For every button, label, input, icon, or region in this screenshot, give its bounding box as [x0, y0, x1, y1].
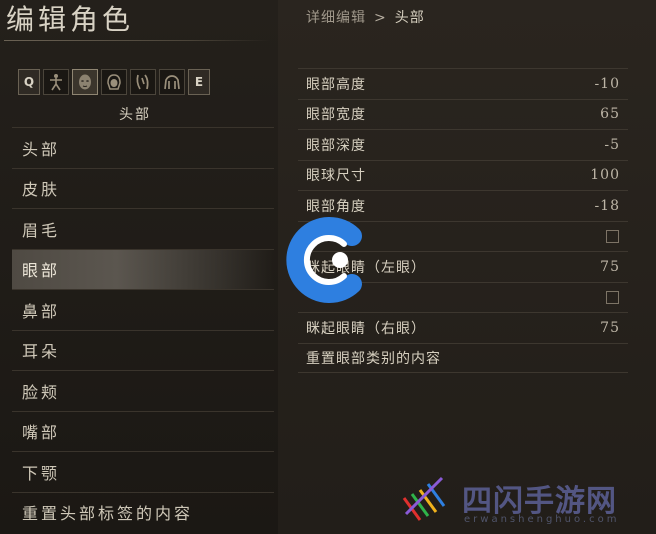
setting-value: -10	[594, 75, 620, 92]
category-item-eyebrows[interactable]: 眉毛	[12, 208, 274, 249]
tab-body-figure[interactable]	[43, 69, 69, 95]
category-item-eyes[interactable]: 眼部	[12, 248, 274, 289]
setting-checkbox[interactable]	[606, 290, 619, 304]
setting-label: 眼部高度	[306, 76, 366, 93]
setting-value: 75	[600, 319, 620, 336]
reset-eyes-label: 重置眼部类别的内容	[306, 350, 441, 367]
tab-limbs[interactable]	[130, 69, 156, 95]
setting-label: 眼部深度	[306, 137, 366, 154]
page-title: 编辑角色	[6, 3, 135, 36]
reset-eyes-button[interactable]: 重置眼部类别的内容	[298, 342, 628, 373]
limbs-icon	[136, 74, 149, 90]
tab-next-key[interactable]: E	[188, 69, 210, 95]
setting-label: 眼球尺寸	[306, 168, 366, 185]
setting-checkbox[interactable]	[606, 229, 619, 243]
setting-row-eye-depth[interactable]: 眼部深度 -5	[298, 129, 628, 160]
breadcrumb-separator: >	[374, 10, 387, 26]
category-item-jaw[interactable]: 下颚	[12, 451, 274, 492]
section-label: 头部	[119, 107, 151, 123]
torso-icon	[164, 75, 180, 90]
setting-label: 眯起眼睛（右眼）	[306, 320, 426, 337]
category-tab-bar: Q E	[18, 69, 210, 97]
title-divider	[4, 40, 270, 41]
category-item-head[interactable]: 头部	[12, 127, 274, 168]
setting-value: 75	[600, 258, 620, 275]
body-figure-icon	[50, 74, 62, 91]
setting-value: -18	[594, 197, 620, 214]
setting-label: 眼部宽度	[306, 107, 366, 124]
tab-torso[interactable]	[159, 69, 185, 95]
setting-value: 65	[600, 106, 620, 123]
breadcrumb-parent[interactable]: 详细编辑	[306, 10, 366, 26]
category-item-nose[interactable]: 鼻部	[12, 289, 274, 330]
category-item-ears[interactable]: 耳朵	[12, 329, 274, 371]
category-item-mouth[interactable]: 嘴部	[12, 410, 274, 452]
setting-row-eye-height[interactable]: 眼部高度 -10	[298, 68, 628, 99]
category-list: 头部 皮肤 眉毛 眼部 鼻部 耳朵 脸颊 嘴部 下颚 重置头部标签的内容	[12, 127, 274, 532]
category-item-skin[interactable]: 皮肤	[12, 167, 274, 209]
tab-prev-key[interactable]: Q	[18, 69, 40, 95]
watermark-subtext: erwanshenghuo.com	[464, 514, 620, 525]
setting-value: -5	[604, 136, 620, 153]
tab-face[interactable]	[72, 69, 98, 95]
setting-value: 100	[590, 167, 620, 184]
hair-icon	[107, 74, 121, 90]
setting-row-eyeball-size[interactable]: 眼球尺寸 100	[298, 159, 628, 191]
breadcrumb-current: 头部	[394, 10, 425, 26]
watermark: 四闪手游网 erwanshenghuo.com	[398, 470, 654, 532]
site-logo-icon	[286, 217, 362, 303]
tab-hair[interactable]	[101, 69, 127, 95]
watermark-logo-icon	[402, 476, 446, 521]
face-icon	[79, 74, 91, 90]
breadcrumb: 详细编辑 > 头部	[306, 7, 425, 27]
category-item-reset-head[interactable]: 重置头部标签的内容	[12, 491, 274, 533]
setting-label: 眼部角度	[306, 198, 366, 215]
setting-row-squint-right[interactable]: 眯起眼睛（右眼） 75	[298, 312, 628, 343]
setting-row-eye-width[interactable]: 眼部宽度 65	[298, 98, 628, 130]
category-item-cheeks[interactable]: 脸颊	[12, 370, 274, 411]
